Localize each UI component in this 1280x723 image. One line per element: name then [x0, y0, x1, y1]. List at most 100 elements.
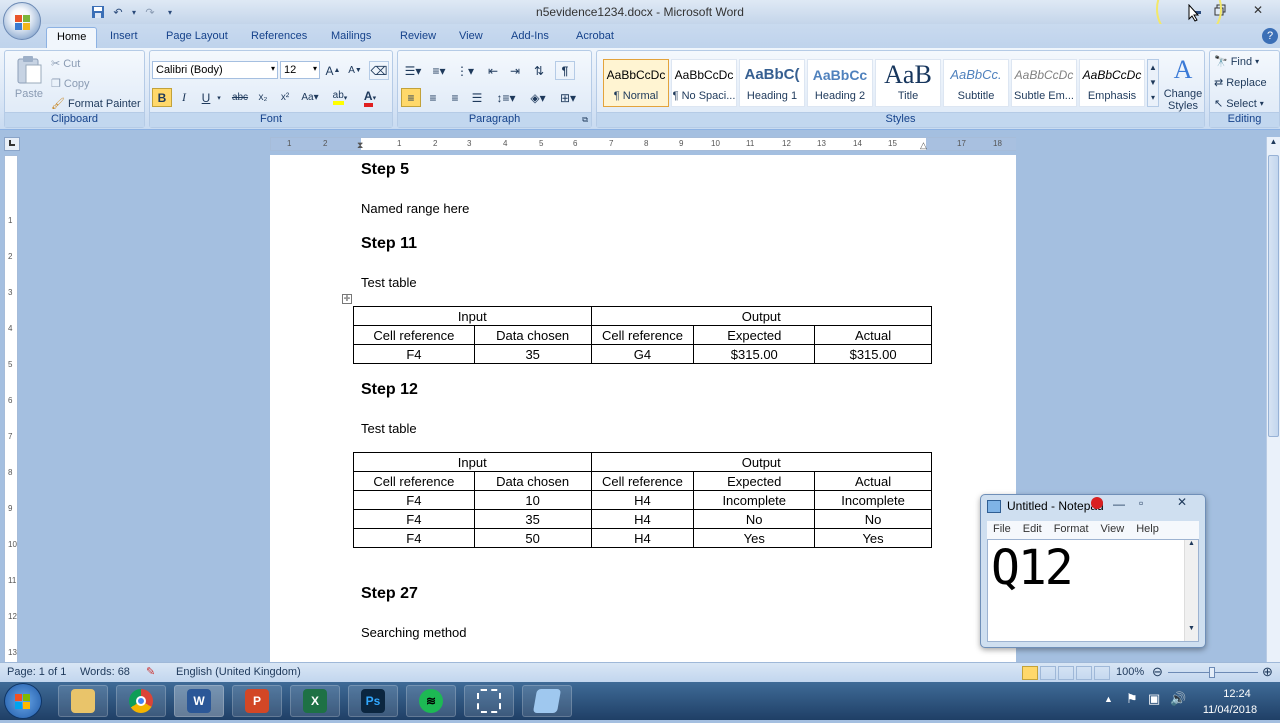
zoom-in-icon[interactable]: ⊕	[1262, 664, 1273, 680]
italic-button[interactable]: I	[174, 88, 194, 107]
chrome-taskbar-button[interactable]	[116, 685, 166, 717]
action-center-flag-icon[interactable]: ⚑	[1126, 691, 1138, 707]
zoom-level[interactable]: 100%	[1116, 666, 1144, 678]
increase-indent-icon[interactable]: ⇥	[505, 61, 525, 80]
full-screen-reading-icon[interactable]	[1040, 666, 1056, 680]
explorer-taskbar-button[interactable]	[58, 685, 108, 717]
underline-button[interactable]: U	[196, 88, 216, 107]
notepad-maximize-button[interactable]: ▫	[1139, 496, 1143, 510]
right-indent-marker-icon[interactable]: △	[920, 140, 927, 151]
redo-icon[interactable]: ↷	[142, 4, 158, 20]
copy-button[interactable]: ❐ Copy	[51, 77, 90, 91]
grow-font-icon[interactable]: A ▲	[323, 61, 343, 80]
proofing-icon[interactable]: ✎	[146, 665, 155, 678]
horizontal-ruler[interactable]: 1 2 1 2 3 4 5 6 7 8 9 10 11 12 13 14 15 …	[270, 137, 1016, 151]
tab-selector[interactable]	[4, 137, 20, 151]
tab-review[interactable]: Review	[390, 27, 446, 48]
notepad-window[interactable]: Untitled - Notepad — ▫ ✕ File Edit Forma…	[980, 494, 1206, 648]
tab-home[interactable]: Home	[46, 27, 98, 48]
volume-icon[interactable]: 🔊	[1170, 691, 1186, 707]
align-center-icon[interactable]: ≡	[423, 88, 443, 107]
borders-icon[interactable]: ⊞▾	[555, 88, 581, 107]
notepad-scrollbar[interactable]: ▲ ▼	[1184, 540, 1198, 641]
font-size-select[interactable]: 12 ▾	[280, 61, 320, 79]
line-spacing-icon[interactable]: ↕≡▾	[493, 88, 519, 107]
menu-view[interactable]: View	[1101, 523, 1125, 537]
menu-help[interactable]: Help	[1136, 523, 1159, 537]
shrink-font-icon[interactable]: A ▼	[345, 61, 365, 80]
menu-file[interactable]: File	[993, 523, 1011, 537]
justify-icon[interactable]: ☰	[467, 88, 487, 107]
select-button[interactable]: ↖ Select ▾	[1214, 97, 1264, 111]
find-button[interactable]: 🔭 Find ▾	[1214, 55, 1259, 69]
save-icon[interactable]	[90, 4, 106, 20]
dialog-launcher-icon[interactable]: ⧉	[582, 115, 588, 125]
highlight-color-icon[interactable]: ab ▾	[328, 88, 352, 107]
tab-references[interactable]: References	[241, 27, 317, 48]
tab-acrobat[interactable]: Acrobat	[566, 27, 624, 48]
style-emphasis[interactable]: AaBbCcDc Emphasis	[1079, 59, 1145, 107]
show-hidden-icons[interactable]: ▲	[1104, 694, 1113, 704]
notepad-minimize-button[interactable]: —	[1113, 497, 1125, 511]
style-title[interactable]: AaB Title	[875, 59, 941, 107]
close-button[interactable]: ✕	[1240, 0, 1276, 20]
zoom-slider-thumb[interactable]	[1209, 667, 1215, 678]
style-heading-2[interactable]: AaBbCc Heading 2	[807, 59, 873, 107]
undo-dropdown-icon[interactable]: ▾	[130, 4, 138, 20]
notepad-close-button[interactable]: ✕	[1167, 495, 1197, 513]
document-page[interactable]: Step 5 Named range here Step 11 Test tab…	[270, 155, 1016, 663]
undo-icon[interactable]: ↶	[110, 4, 126, 20]
numbering-icon[interactable]: ≡▾	[427, 61, 451, 80]
table-move-handle-icon[interactable]: ✛	[342, 294, 352, 304]
style-subtitle[interactable]: AaBbCc. Subtitle	[943, 59, 1009, 107]
print-layout-icon[interactable]	[1022, 666, 1038, 680]
photoshop-taskbar-button[interactable]: Ps	[348, 685, 398, 717]
change-case-button[interactable]: Aa▾	[298, 88, 322, 107]
replace-button[interactable]: ⇄ Replace	[1214, 76, 1267, 90]
style-no-spacing[interactable]: AaBbCcDc ¶ No Spaci...	[671, 59, 737, 107]
cut-button[interactable]: ✂ Cut	[51, 57, 80, 71]
outline-icon[interactable]	[1076, 666, 1092, 680]
sort-icon[interactable]: ⇅	[529, 61, 549, 80]
change-styles-button[interactable]: A Change Styles	[1163, 55, 1203, 112]
web-layout-icon[interactable]	[1058, 666, 1074, 680]
style-normal[interactable]: AaBbCcDc ¶ Normal	[603, 59, 669, 107]
subscript-button[interactable]: x₂	[253, 88, 273, 107]
help-icon[interactable]: ?	[1262, 28, 1278, 44]
snipping-tool-taskbar-button[interactable]	[464, 685, 514, 717]
zoom-out-icon[interactable]: ⊖	[1152, 664, 1163, 680]
shading-icon[interactable]: ◈▾	[525, 88, 551, 107]
notepad-taskbar-button[interactable]	[522, 685, 572, 717]
draft-icon[interactable]	[1094, 666, 1110, 680]
indent-marker-icon[interactable]: ⧗	[357, 140, 363, 151]
multilevel-list-icon[interactable]: ⋮▾	[453, 61, 477, 80]
notepad-text-area[interactable]: Q12 ▲ ▼	[987, 539, 1199, 642]
customize-qat-icon[interactable]: ▾	[162, 4, 178, 20]
styles-scroll[interactable]: ▲ ▼ ▾	[1147, 59, 1159, 107]
tab-view[interactable]: View	[449, 27, 493, 48]
clock-date[interactable]: 11/04/2018	[1195, 704, 1265, 716]
clock-time[interactable]: 12:24	[1202, 688, 1272, 700]
superscript-button[interactable]: x²	[275, 88, 295, 107]
vertical-ruler[interactable]: 1 2 3 4 5 6 7 8 9 10 11 12 13	[4, 155, 18, 663]
tab-mailings[interactable]: Mailings	[321, 27, 381, 48]
word-count[interactable]: Words: 68	[80, 666, 130, 678]
bold-button[interactable]: B	[152, 88, 172, 107]
office-button[interactable]	[3, 2, 41, 40]
font-name-select[interactable]: Calibri (Body) ▾	[152, 61, 278, 79]
excel-taskbar-button[interactable]: X	[290, 685, 340, 717]
align-left-icon[interactable]: ≡	[401, 88, 421, 107]
vertical-scrollbar[interactable]: ▲	[1266, 137, 1280, 663]
network-icon[interactable]: ▣	[1148, 691, 1160, 707]
tab-add-ins[interactable]: Add-Ins	[501, 27, 559, 48]
style-heading-1[interactable]: AaBbC(Heading 1	[739, 59, 805, 107]
page-count[interactable]: Page: 1 of 1	[7, 666, 66, 678]
align-right-icon[interactable]: ≡	[445, 88, 465, 107]
tab-insert[interactable]: Insert	[100, 27, 148, 48]
scroll-thumb[interactable]	[1268, 155, 1279, 437]
menu-format[interactable]: Format	[1054, 523, 1089, 537]
menu-edit[interactable]: Edit	[1023, 523, 1042, 537]
tab-page-layout[interactable]: Page Layout	[156, 27, 238, 48]
language[interactable]: English (United Kingdom)	[176, 666, 301, 678]
bullets-icon[interactable]: ☰▾	[401, 61, 425, 80]
